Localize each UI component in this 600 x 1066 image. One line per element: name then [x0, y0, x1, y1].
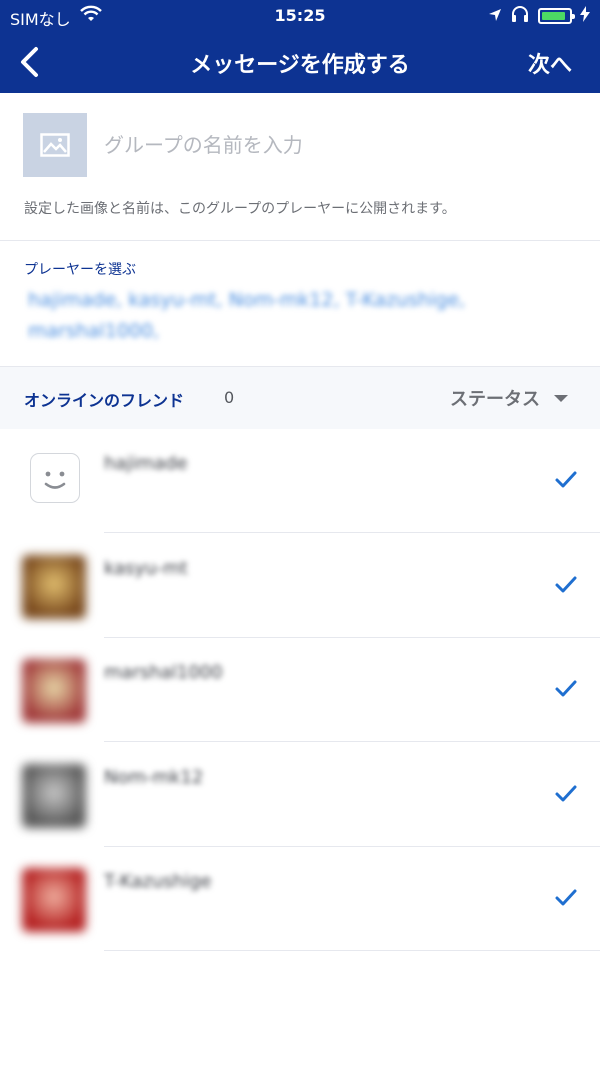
- charging-bolt-icon: [580, 6, 590, 26]
- location-arrow-icon: [488, 7, 502, 26]
- friend-name: Nom-mk12: [104, 766, 204, 788]
- status-filter-dropdown[interactable]: ステータス: [450, 385, 568, 411]
- nav-bar: メッセージを作成する 次へ: [0, 30, 600, 93]
- page-title: メッセージを作成する: [190, 53, 410, 78]
- friend-row[interactable]: T-Kazushige: [0, 847, 600, 951]
- default-face-icon: [30, 453, 80, 503]
- avatar: [22, 763, 86, 828]
- avatar: [22, 554, 86, 619]
- caret-down-icon: [554, 394, 568, 402]
- battery-icon: [538, 8, 575, 24]
- selected-players: プレーヤーを選ぶ hajimade, kasyu-mt, Nom-mk12, T…: [0, 241, 600, 367]
- friends-header: オンラインのフレンド 0 ステータス: [0, 367, 600, 429]
- avatar: [22, 868, 86, 932]
- checkmark-icon: [554, 887, 578, 907]
- image-icon: [40, 133, 70, 157]
- checkmark-icon: [554, 574, 578, 594]
- selected-players-list[interactable]: hajimade, kasyu-mt, Nom-mk12, T-Kazushig…: [28, 285, 548, 347]
- row-divider: [104, 950, 600, 951]
- players-label: プレーヤーを選ぶ: [24, 262, 136, 278]
- friend-row[interactable]: hajimade: [0, 429, 600, 533]
- friend-name: hajimade: [104, 453, 188, 474]
- checkmark-icon: [554, 783, 578, 803]
- status-bar: SIMなし 15:25: [0, 0, 600, 30]
- friend-row[interactable]: kasyu-mt: [0, 534, 600, 638]
- checkmark-icon: [554, 678, 578, 698]
- friend-name: marshal1000: [104, 662, 223, 683]
- next-button[interactable]: 次へ: [528, 47, 572, 79]
- friend-name: kasyu-mt: [104, 557, 188, 579]
- status-filter-label: ステータス: [450, 389, 540, 410]
- friend-name: T-Kazushige: [104, 871, 212, 892]
- friend-row[interactable]: Nom-mk12: [0, 743, 600, 847]
- checkmark-icon: [554, 469, 578, 489]
- friends-online-count: 0: [224, 388, 235, 407]
- group-name-input[interactable]: [104, 133, 564, 157]
- avatar: [22, 659, 86, 723]
- friend-row[interactable]: marshal1000: [0, 638, 600, 742]
- group-visibility-hint: 設定した画像と名前は、このグループのプレーヤーに公開されます。: [24, 201, 456, 217]
- group-settings: 設定した画像と名前は、このグループのプレーヤーに公開されます。: [0, 93, 600, 241]
- headphones-icon: [510, 5, 530, 27]
- group-image-button[interactable]: [23, 113, 87, 177]
- friends-section-title: オンラインのフレンド: [24, 391, 185, 410]
